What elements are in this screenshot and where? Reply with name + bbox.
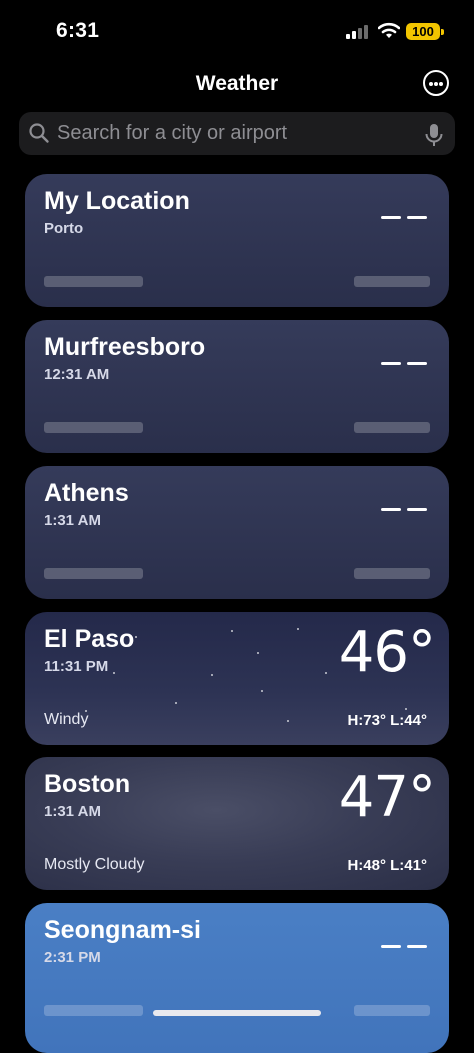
location-card-seongnam-si[interactable]: Seongnam-si 2:31 PM bbox=[25, 903, 449, 1053]
location-card-athens[interactable]: Athens 1:31 AM bbox=[25, 466, 449, 599]
weather-condition: Mostly Cloudy bbox=[44, 856, 145, 873]
weather-condition: Windy bbox=[44, 711, 89, 728]
location-card-boston[interactable]: Boston 1:31 AM 47° Mostly Cloudy H:48° L… bbox=[25, 757, 449, 890]
hilo-placeholder-bar bbox=[354, 568, 430, 579]
condition-placeholder-bar bbox=[44, 422, 143, 433]
local-time: 12:31 AM bbox=[44, 366, 110, 383]
temperature-placeholder bbox=[381, 488, 429, 512]
more-options-button[interactable] bbox=[423, 70, 449, 96]
city-name: Boston bbox=[44, 770, 131, 798]
temperature-placeholder bbox=[381, 196, 429, 220]
local-time: 2:31 PM bbox=[44, 949, 101, 966]
location-subtitle: Porto bbox=[44, 220, 84, 237]
city-name: Athens bbox=[44, 479, 129, 507]
hilo-placeholder-bar bbox=[354, 422, 430, 433]
battery-nub bbox=[441, 29, 444, 35]
local-time: 1:31 AM bbox=[44, 512, 101, 529]
search-icon bbox=[29, 123, 49, 143]
city-name: My Location bbox=[44, 187, 190, 215]
home-indicator[interactable] bbox=[153, 1010, 321, 1016]
city-name: Seongnam-si bbox=[44, 916, 201, 944]
search-input[interactable]: Search for a city or airport bbox=[57, 112, 427, 155]
city-name: El Paso bbox=[44, 625, 135, 653]
condition-placeholder-bar bbox=[44, 276, 143, 287]
temperature-placeholder bbox=[381, 925, 429, 949]
status-bar: 6:31 100 bbox=[0, 0, 474, 62]
page-title: Weather bbox=[195, 72, 279, 95]
location-card-my-location[interactable]: My Location Porto bbox=[25, 174, 449, 307]
city-name: Murfreesboro bbox=[44, 333, 206, 361]
local-time: 1:31 AM bbox=[44, 803, 101, 820]
high-low-temperature: H:73° L:44° bbox=[347, 712, 427, 729]
wifi-icon bbox=[378, 22, 400, 38]
status-time: 6:31 bbox=[56, 19, 100, 42]
location-card-el-paso[interactable]: El Paso 11:31 PM 46° Windy H:73° L:44° bbox=[25, 612, 449, 745]
temperature-placeholder bbox=[381, 342, 429, 366]
high-low-temperature: H:48° L:41° bbox=[347, 857, 427, 874]
search-bar[interactable]: Search for a city or airport bbox=[19, 112, 455, 155]
location-card-murfreesboro[interactable]: Murfreesboro 12:31 AM bbox=[25, 320, 449, 453]
microphone-icon[interactable] bbox=[424, 123, 444, 147]
condition-placeholder-bar bbox=[44, 568, 143, 579]
condition-placeholder-bar bbox=[44, 1005, 143, 1016]
cellular-signal-icon bbox=[346, 25, 370, 39]
current-temperature: 47° bbox=[338, 765, 436, 830]
local-time: 11:31 PM bbox=[44, 658, 109, 675]
current-temperature: 46° bbox=[338, 620, 436, 685]
battery-icon: 100 bbox=[406, 23, 440, 40]
hilo-placeholder-bar bbox=[354, 1005, 430, 1016]
hilo-placeholder-bar bbox=[354, 276, 430, 287]
